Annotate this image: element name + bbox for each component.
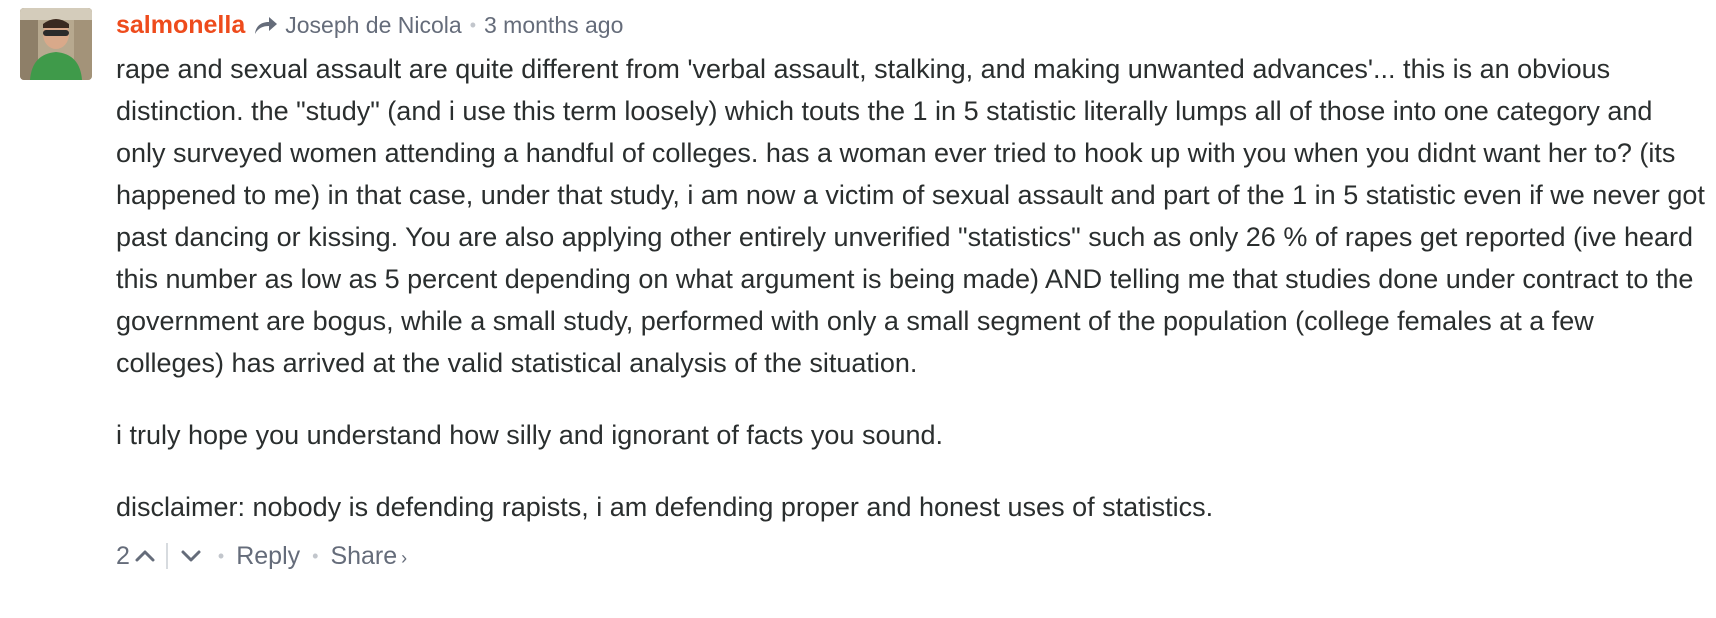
vote-divider — [165, 543, 168, 569]
share-label: Share — [330, 541, 398, 570]
downvote-button[interactable] — [176, 541, 206, 571]
meta-separator: • — [469, 14, 476, 35]
reply-button[interactable]: Reply — [236, 542, 300, 571]
footer-separator-2: • — [312, 545, 319, 566]
parent-author-link[interactable]: Joseph de Nicola — [285, 12, 461, 39]
upvote-button[interactable] — [130, 541, 160, 571]
author-name[interactable]: salmonella — [116, 11, 245, 40]
comment-paragraph-1: rape and sexual assault are quite differ… — [116, 54, 1705, 378]
footer-separator-1: • — [217, 545, 225, 566]
share-button[interactable]: Share › — [330, 542, 407, 571]
share-chevron-icon: › — [401, 547, 408, 568]
comment-paragraph-3: disclaimer: nobody is defending rapists,… — [116, 492, 1214, 522]
comment-content: salmonella Joseph de Nicola • 3 months a… — [116, 8, 1706, 574]
chevron-down-icon — [181, 550, 201, 562]
avatar-image — [20, 8, 92, 80]
comment-header: salmonella Joseph de Nicola • 3 months a… — [116, 8, 1706, 42]
comment-body: rape and sexual assault are quite differ… — [116, 48, 1706, 528]
comment: salmonella Joseph de Nicola • 3 months a… — [0, 0, 1716, 618]
comment-paragraph-2: i truly hope you understand how silly an… — [116, 420, 944, 450]
timestamp-link[interactable]: 3 months ago — [484, 12, 623, 39]
comment-footer: 2 • Reply • Share › — [116, 538, 1706, 574]
share-arrow-icon — [253, 14, 279, 36]
avatar[interactable] — [20, 8, 92, 80]
upvote-count: 2 — [116, 541, 130, 570]
chevron-up-icon — [135, 550, 155, 562]
